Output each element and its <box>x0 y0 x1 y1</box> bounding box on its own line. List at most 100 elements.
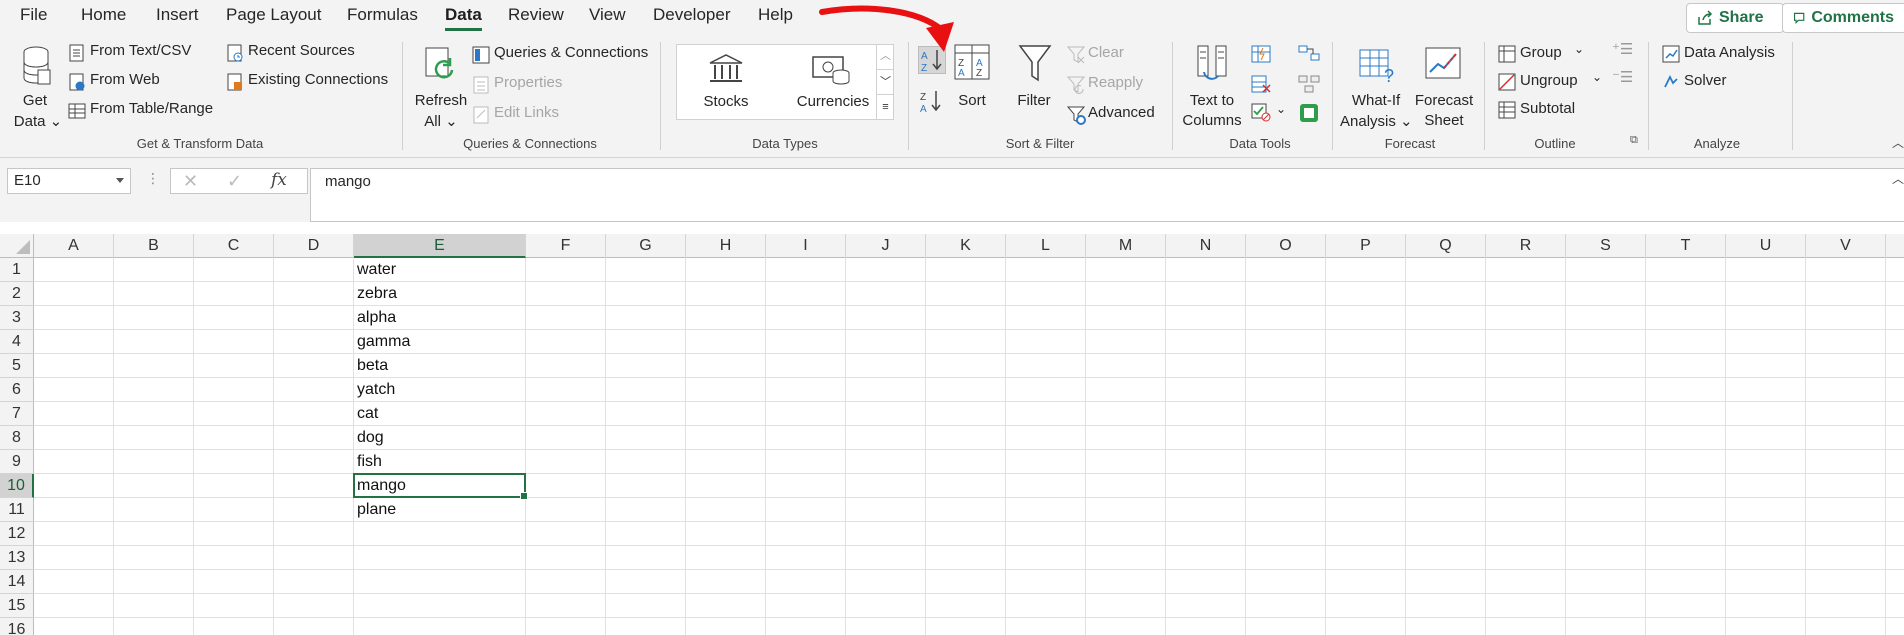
select-all-corner[interactable] <box>0 234 34 258</box>
relationships-icon[interactable] <box>1298 74 1320 94</box>
row-header-16[interactable]: 16 <box>0 618 34 635</box>
column-header-f[interactable]: F <box>526 234 606 258</box>
ungroup-dropdown-icon[interactable]: ⌄ <box>1592 70 1602 84</box>
column-header-u[interactable]: U <box>1726 234 1806 258</box>
column-header-n[interactable]: N <box>1166 234 1246 258</box>
get-data-button[interactable]: Get Data ⌄ <box>10 42 62 134</box>
share-button[interactable]: Share <box>1686 3 1784 33</box>
ribbon-separator <box>1332 42 1333 150</box>
column-header-k[interactable]: K <box>926 234 1006 258</box>
row-header-1[interactable]: 1 <box>0 258 34 282</box>
group-dropdown-icon[interactable]: ⌄ <box>1574 42 1584 56</box>
flash-fill-icon[interactable] <box>1250 44 1272 64</box>
row-header-9[interactable]: 9 <box>0 450 34 474</box>
column-header-h[interactable]: H <box>686 234 766 258</box>
row-header-4[interactable]: 4 <box>0 330 34 354</box>
cell-e3[interactable]: alpha <box>354 306 526 330</box>
cell-e9[interactable]: fish <box>354 450 526 474</box>
row-header-5[interactable]: 5 <box>0 354 34 378</box>
column-header-m[interactable]: M <box>1086 234 1166 258</box>
hide-detail-icon[interactable]: ⁻☰ <box>1612 68 1633 86</box>
confirm-entry-icon[interactable]: ✓ <box>227 171 242 192</box>
column-header-r[interactable]: R <box>1486 234 1566 258</box>
tab-page-layout[interactable]: Page Layout <box>226 5 321 25</box>
row-header-14[interactable]: 14 <box>0 570 34 594</box>
column-header-j[interactable]: J <box>846 234 926 258</box>
tab-review[interactable]: Review <box>508 5 564 25</box>
cell-e5[interactable]: beta <box>354 354 526 378</box>
cell-e1[interactable]: water <box>354 258 526 282</box>
row-header-7[interactable]: 7 <box>0 402 34 426</box>
consolidate-icon[interactable] <box>1298 44 1320 64</box>
filter-button[interactable]: Filter <box>1012 42 1056 109</box>
comments-button[interactable]: Comments <box>1782 3 1904 33</box>
row-header-15[interactable]: 15 <box>0 594 34 618</box>
row-header-11[interactable]: 11 <box>0 498 34 522</box>
column-header-q[interactable]: Q <box>1406 234 1486 258</box>
gallery-down-icon[interactable]: ﹀ <box>877 69 894 94</box>
cell-e2[interactable]: zebra <box>354 282 526 306</box>
svg-text:Z: Z <box>976 68 982 79</box>
data-validation-icon[interactable] <box>1250 102 1272 122</box>
row-header-6[interactable]: 6 <box>0 378 34 402</box>
cell-e7[interactable]: cat <box>354 402 526 426</box>
column-header-s[interactable]: S <box>1566 234 1646 258</box>
show-detail-icon[interactable]: ⁺☰ <box>1612 40 1633 58</box>
column-header-o[interactable]: O <box>1246 234 1326 258</box>
text-to-columns-button[interactable]: Text to Columns <box>1182 42 1242 134</box>
tab-file[interactable]: File <box>20 5 47 25</box>
clear-filter-icon <box>1066 46 1086 64</box>
row-header-13[interactable]: 13 <box>0 546 34 570</box>
worksheet-grid[interactable]: ABCDEFGHIJKLMNOPQRSTUV 1 water 2 zebra 3 alph… <box>0 234 1904 635</box>
stocks-button[interactable]: Stocks <box>687 49 765 115</box>
insert-function-icon[interactable]: fx <box>271 170 287 190</box>
column-header-c[interactable]: C <box>194 234 274 258</box>
forecast-sheet-button[interactable]: Forecast Sheet <box>1412 42 1476 134</box>
row-header-2[interactable]: 2 <box>0 282 34 306</box>
cell-e8[interactable]: dog <box>354 426 526 450</box>
outline-launcher-icon[interactable]: ⧉ <box>1630 134 1638 147</box>
column-header-i[interactable]: I <box>766 234 846 258</box>
row-header-8[interactable]: 8 <box>0 426 34 450</box>
expand-formula-icon[interactable]: ︿ <box>1892 170 1904 187</box>
row-header-3[interactable]: 3 <box>0 306 34 330</box>
cell-e4[interactable]: gamma <box>354 330 526 354</box>
cell-e6[interactable]: yatch <box>354 378 526 402</box>
cell-e10[interactable]: mango <box>354 474 526 498</box>
column-header-e[interactable]: E <box>354 234 526 258</box>
currencies-button[interactable]: Currencies <box>785 49 881 115</box>
column-header-t[interactable]: T <box>1646 234 1726 258</box>
name-box[interactable]: E10 <box>7 168 131 194</box>
name-box-dropdown-icon[interactable] <box>116 178 124 183</box>
cell-e11[interactable]: plane <box>354 498 526 522</box>
formula-input[interactable]: mango <box>310 168 1904 222</box>
tab-data[interactable]: Data <box>445 5 482 31</box>
tab-developer[interactable]: Developer <box>653 5 731 25</box>
tab-insert[interactable]: Insert <box>156 5 199 25</box>
column-header-g[interactable]: G <box>606 234 686 258</box>
tab-formulas[interactable]: Formulas <box>347 5 418 25</box>
table-row <box>34 474 1904 498</box>
red-arrow-annotation-icon <box>819 5 954 52</box>
column-header-v[interactable]: V <box>1806 234 1886 258</box>
column-header-a[interactable]: A <box>34 234 114 258</box>
row-header-12[interactable]: 12 <box>0 522 34 546</box>
collapse-ribbon-icon[interactable]: ︿ <box>1892 134 1904 151</box>
sort-z-to-a-button[interactable]: ZA <box>918 88 946 116</box>
column-header-l[interactable]: L <box>1006 234 1086 258</box>
tab-help[interactable]: Help <box>758 5 793 25</box>
column-header-d[interactable]: D <box>274 234 354 258</box>
data-validation-dropdown-icon[interactable]: ⌄ <box>1276 102 1286 116</box>
row-header-10[interactable]: 10 <box>0 474 34 498</box>
tab-view[interactable]: View <box>589 5 626 25</box>
column-header-b[interactable]: B <box>114 234 194 258</box>
column-header-p[interactable]: P <box>1326 234 1406 258</box>
gallery-more-icon[interactable]: ≡ <box>877 94 894 118</box>
what-if-analysis-button[interactable]: ? What-If Analysis ⌄ <box>1340 42 1413 134</box>
cancel-entry-icon[interactable]: ✕ <box>183 171 198 192</box>
data-model-icon[interactable] <box>1298 102 1320 124</box>
queries-icon <box>472 46 490 64</box>
remove-duplicates-icon[interactable] <box>1250 74 1272 94</box>
refresh-all-button[interactable]: Refresh All ⌄ <box>412 42 470 134</box>
tab-home[interactable]: Home <box>81 5 126 25</box>
